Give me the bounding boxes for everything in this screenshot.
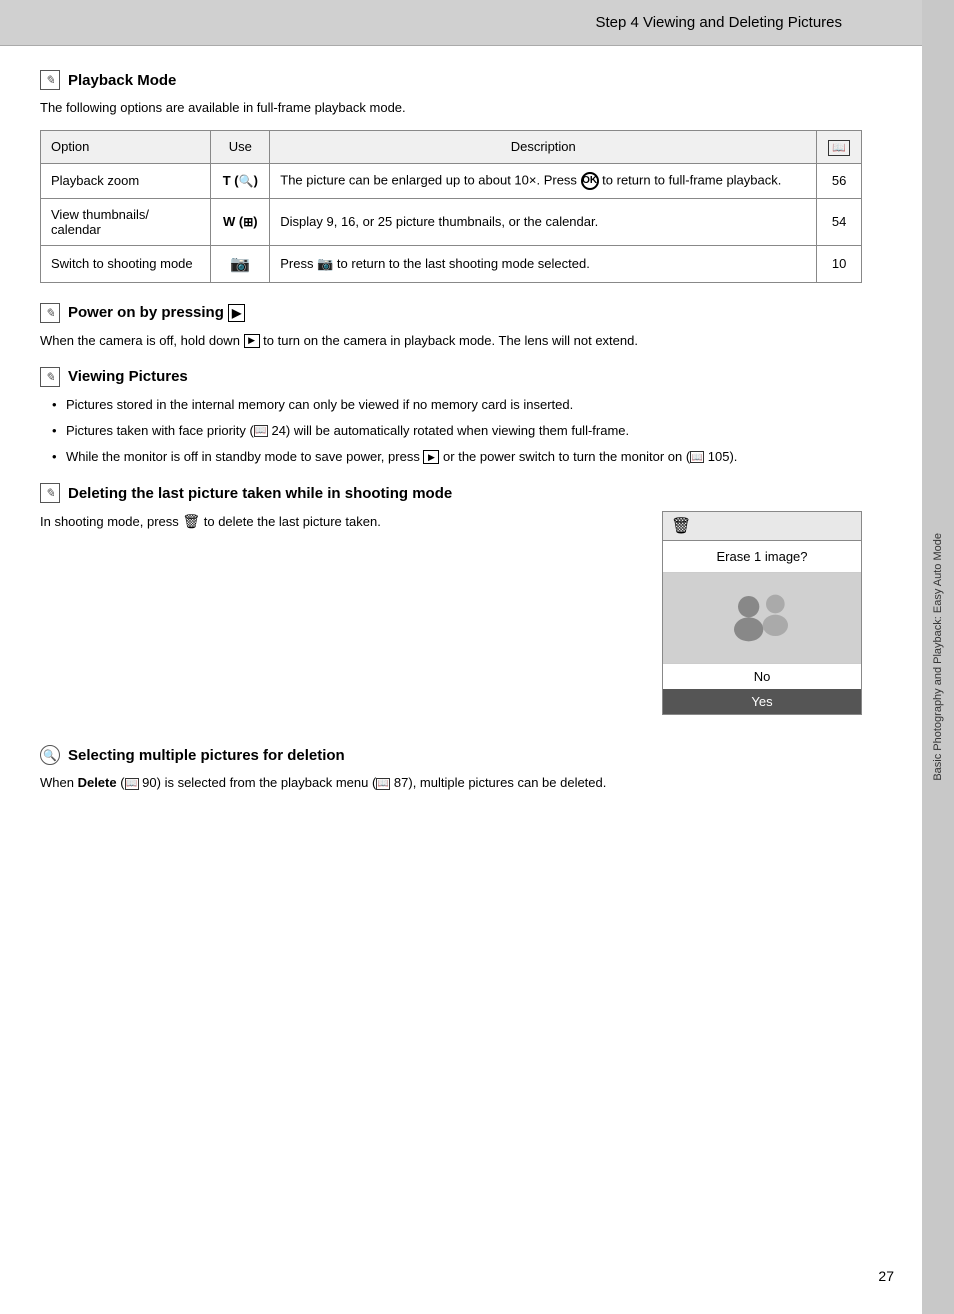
page-header: Step 4 Viewing and Deleting Pictures xyxy=(0,0,922,46)
note-icon-4: ✎ xyxy=(40,483,60,503)
power-on-header: ✎ Power on by pressing ▶ xyxy=(40,303,862,323)
table-cell-option: Switch to shooting mode xyxy=(41,245,211,282)
table-cell-description: The picture can be enlarged up to about … xyxy=(270,163,817,198)
table-row: View thumbnails/calendar W (⊞) Display 9… xyxy=(41,198,862,245)
table-cell-ref: 54 xyxy=(817,198,862,245)
note-icon-5: 🔍 xyxy=(40,745,60,765)
sidebar-label: Basic Photography and Playback: Easy Aut… xyxy=(931,533,945,781)
power-on-body: When the camera is off, hold down ▶ to t… xyxy=(40,331,862,351)
camera-screen-image xyxy=(663,573,861,663)
table-cell-use: 📷 xyxy=(211,245,270,282)
table-cell-use: T (🔍) xyxy=(211,163,270,198)
table-cell-description: Press 📷 to return to the last shooting m… xyxy=(270,245,817,282)
deleting-title: Deleting the last picture taken while in… xyxy=(68,485,452,502)
play-icon-2: ▶ xyxy=(423,450,439,464)
table-header-description: Description xyxy=(270,130,817,163)
playback-mode-header: ✎ Playback Mode xyxy=(40,70,862,90)
table-cell-description: Display 9, 16, or 25 picture thumbnails,… xyxy=(270,198,817,245)
page-header-title: Step 4 Viewing and Deleting Pictures xyxy=(595,14,882,31)
erase-no-option[interactable]: No xyxy=(663,663,861,689)
note-icon: ✎ xyxy=(40,70,60,90)
delete-text: In shooting mode, press 🗑 to delete the … xyxy=(40,511,642,543)
ref-icon-3: 📖 xyxy=(125,778,139,790)
trash-icon: 🗑 xyxy=(671,516,691,536)
selecting-body: When Delete (📖 90) is selected from the … xyxy=(40,773,862,793)
list-item: While the monitor is off in standby mode… xyxy=(52,447,862,467)
ok-icon: OK xyxy=(581,172,599,190)
list-item: Pictures taken with face priority (📖 24)… xyxy=(52,421,862,441)
table-row: Switch to shooting mode 📷 Press 📷 to ret… xyxy=(41,245,862,282)
camera-screen-top: 🗑 xyxy=(663,512,861,541)
selecting-header: 🔍 Selecting multiple pictures for deleti… xyxy=(40,745,862,765)
deleting-body: In shooting mode, press 🗑 to delete the … xyxy=(40,511,642,533)
erase-yes-option[interactable]: Yes xyxy=(663,689,861,714)
erase-dialog-title: Erase 1 image? xyxy=(663,541,861,573)
table-header-use: Use xyxy=(211,130,270,163)
table-cell-ref: 10 xyxy=(817,245,862,282)
table-cell-use: W (⊞) xyxy=(211,198,270,245)
sidebar: Basic Photography and Playback: Easy Aut… xyxy=(922,0,954,1314)
power-on-title: Power on by pressing ▶ xyxy=(68,304,245,321)
note-icon-2: ✎ xyxy=(40,303,60,323)
options-table: Option Use Description 📖 Playback zoom T… xyxy=(40,130,862,283)
play-icon: ▶ xyxy=(244,334,260,348)
viewing-pictures-title: Viewing Pictures xyxy=(68,368,188,385)
table-cell-option: View thumbnails/calendar xyxy=(41,198,211,245)
deleting-header: ✎ Deleting the last picture taken while … xyxy=(40,483,862,503)
viewing-pictures-header: ✎ Viewing Pictures xyxy=(40,367,862,387)
table-header-option: Option xyxy=(41,130,211,163)
ref-icon-4: 📖 xyxy=(376,778,390,790)
delete-bold: Delete xyxy=(78,775,117,790)
page-number: 27 xyxy=(878,1268,894,1284)
image-preview xyxy=(722,578,802,658)
list-item: Pictures stored in the internal memory c… xyxy=(52,395,862,415)
table-cell-ref: 56 xyxy=(817,163,862,198)
table-cell-option: Playback zoom xyxy=(41,163,211,198)
viewing-pictures-list: Pictures stored in the internal memory c… xyxy=(40,395,862,467)
ref-icon-2: 📖 xyxy=(690,451,704,463)
delete-section: In shooting mode, press 🗑 to delete the … xyxy=(40,511,862,715)
selecting-title: Selecting multiple pictures for deletion xyxy=(68,747,345,764)
table-header-ref: 📖 xyxy=(817,130,862,163)
playback-mode-subtitle: The following options are available in f… xyxy=(40,98,862,118)
ref-icon: 📖 xyxy=(254,425,268,437)
playback-mode-title: Playback Mode xyxy=(68,72,176,89)
table-row: Playback zoom T (🔍) The picture can be e… xyxy=(41,163,862,198)
note-icon-3: ✎ xyxy=(40,367,60,387)
camera-screen: 🗑 Erase 1 image? No Yes xyxy=(662,511,862,715)
